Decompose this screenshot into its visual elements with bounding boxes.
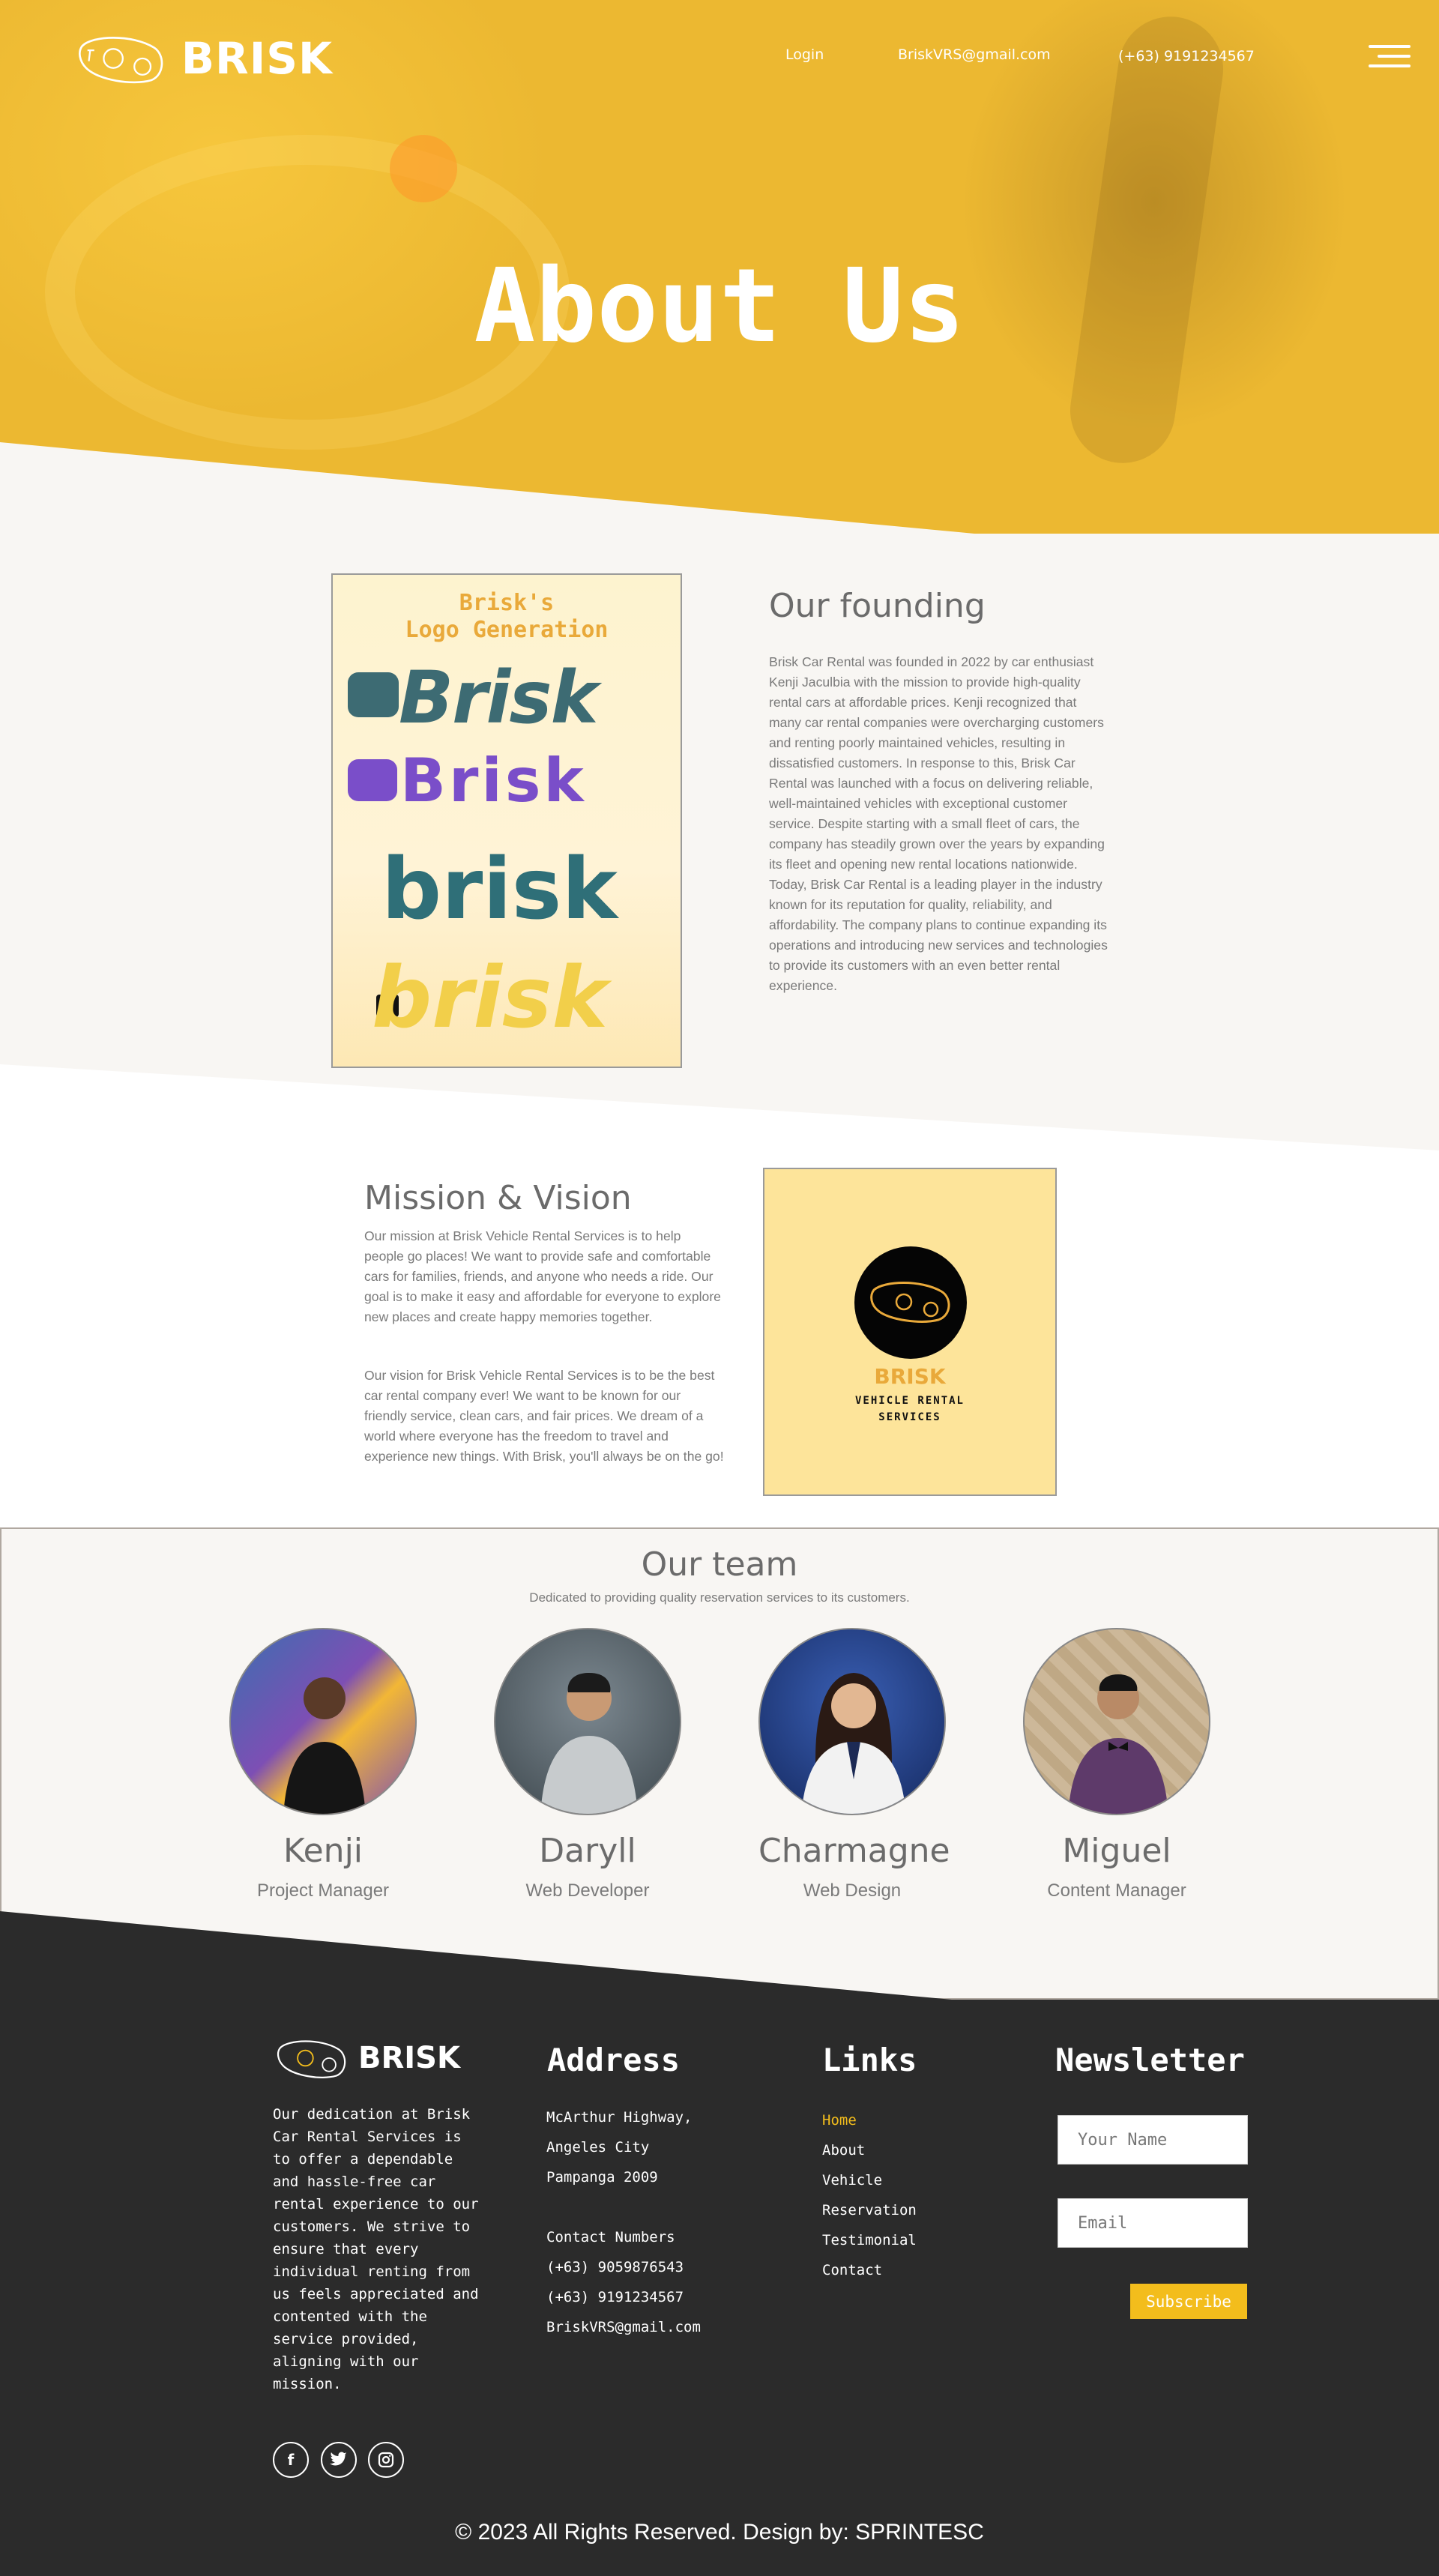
avatar	[758, 1628, 946, 1815]
instagram-icon[interactable]	[368, 2442, 404, 2478]
contact-email: BriskVRS@gmail.com	[546, 2319, 701, 2335]
contact-title: Contact Numbers	[546, 2229, 675, 2245]
footer-link-testimonial[interactable]: Testimonial	[822, 2232, 917, 2248]
hero-bg-light	[390, 135, 457, 202]
member-name: Daryll	[539, 1832, 636, 1870]
mission-title: Mission & Vision	[364, 1179, 632, 1217]
headlight-logo-icon	[79, 37, 163, 84]
avatar	[494, 1628, 681, 1815]
member-role: Web Developer	[525, 1880, 650, 1901]
logo-card-title: Brisk's Logo Generation	[405, 590, 609, 643]
page-title: About Us	[474, 247, 965, 366]
founding-section	[0, 534, 1439, 1148]
founding-text: Brisk Car Rental was founded in 2022 by …	[769, 654, 1108, 993]
logo-variant-1: Brisk	[399, 656, 598, 740]
mission-logo-card: BRISK VEHICLE RENTAL SERVICES	[763, 1168, 1057, 1496]
footer-brand-logo[interactable]: BRISK	[276, 2037, 460, 2079]
avatar	[1023, 1628, 1210, 1815]
hero-slant-divider	[0, 442, 1439, 534]
footer-address-title: Address	[547, 2042, 681, 2078]
founding-title: Our founding	[769, 587, 986, 625]
footer-link-vehicle[interactable]: Vehicle	[822, 2172, 882, 2189]
member-role: Content Manager	[1047, 1880, 1186, 1901]
logo-generation-card: Brisk's Logo Generation Brisk Brisk bris…	[331, 573, 682, 1068]
address-line: Pampanga 2009	[546, 2169, 658, 2186]
footer-link-home[interactable]: Home	[822, 2112, 857, 2129]
subscribe-button[interactable]: Subscribe	[1130, 2284, 1247, 2319]
newsletter-name-input[interactable]	[1058, 2115, 1248, 2165]
vision-text: Our vision for Brisk Vehicle Rental Serv…	[364, 1368, 724, 1464]
footer-brand-wordmark: BRISK	[358, 2041, 460, 2075]
address-line: Angeles City	[546, 2139, 650, 2156]
mission-card-brand: BRISK	[874, 1364, 946, 1389]
twitter-icon[interactable]	[321, 2442, 357, 2478]
brand-wordmark: BRISK	[181, 33, 333, 84]
mission-text: Our mission at Brisk Vehicle Rental Serv…	[364, 1228, 721, 1324]
contact-phone: (+63) 9191234567	[546, 2289, 684, 2305]
member-role: Project Manager	[256, 1880, 390, 1901]
footer-links-title: Links	[822, 2042, 917, 2078]
hamburger-icon[interactable]	[1369, 45, 1411, 69]
facebook-icon[interactable]: f	[273, 2442, 309, 2478]
nav-email-link[interactable]: BriskVRS@gmail.com	[898, 46, 1051, 63]
logo-variant-4: brisk	[372, 950, 608, 1047]
person-photo-icon	[801, 1673, 906, 1814]
copyright-text: © 2023 All Rights Reserved. Design by: S…	[455, 2520, 984, 2545]
logo-variant-2: Brisk	[400, 746, 587, 815]
newsletter-email-input[interactable]	[1058, 2198, 1248, 2248]
member-name: Miguel	[1062, 1832, 1171, 1870]
avatar	[229, 1628, 417, 1815]
logo-variant-3: brisk	[381, 841, 618, 938]
footer-link-about[interactable]: About	[822, 2142, 865, 2159]
member-role: Web Design	[803, 1880, 902, 1901]
nav-phone-link[interactable]: (+63) 9191234567	[1118, 48, 1255, 64]
team-member-card: Daryll Web Developer	[494, 1628, 681, 1901]
nav-login-link[interactable]: Login	[785, 46, 824, 63]
mission-logo-badge	[854, 1246, 967, 1359]
team-subtitle: Dedicated to providing quality reservati…	[529, 1590, 910, 1605]
member-name: Charmagne	[758, 1832, 950, 1870]
team-member-card: Charmagne Web Design	[758, 1628, 950, 1901]
person-photo-icon	[1068, 1674, 1168, 1814]
address-line: McArthur Highway,	[546, 2109, 693, 2126]
member-name: Kenji	[283, 1832, 363, 1870]
headlight-logo-icon	[870, 1282, 950, 1323]
headlight-logo-icon	[277, 2040, 346, 2078]
footer-about-text: Our dedication at Brisk Car Rental Servi…	[273, 2106, 479, 2392]
footer-link-reservation[interactable]: Reservation	[822, 2202, 917, 2218]
team-member-card: Kenji Project Manager	[229, 1628, 417, 1901]
mission-card-subtitle: VEHICLE RENTAL SERVICES	[854, 1395, 965, 1423]
brand-logo[interactable]: BRISK	[78, 28, 333, 88]
contact-phone: (+63) 9059876543	[546, 2259, 684, 2275]
footer-newsletter-title: Newsletter	[1055, 2042, 1245, 2078]
team-title: Our team	[641, 1545, 798, 1584]
person-photo-icon	[540, 1673, 638, 1814]
footer-link-contact[interactable]: Contact	[822, 2262, 882, 2278]
person-photo-icon	[283, 1677, 366, 1814]
team-member-card: Miguel Content Manager	[1023, 1628, 1210, 1901]
